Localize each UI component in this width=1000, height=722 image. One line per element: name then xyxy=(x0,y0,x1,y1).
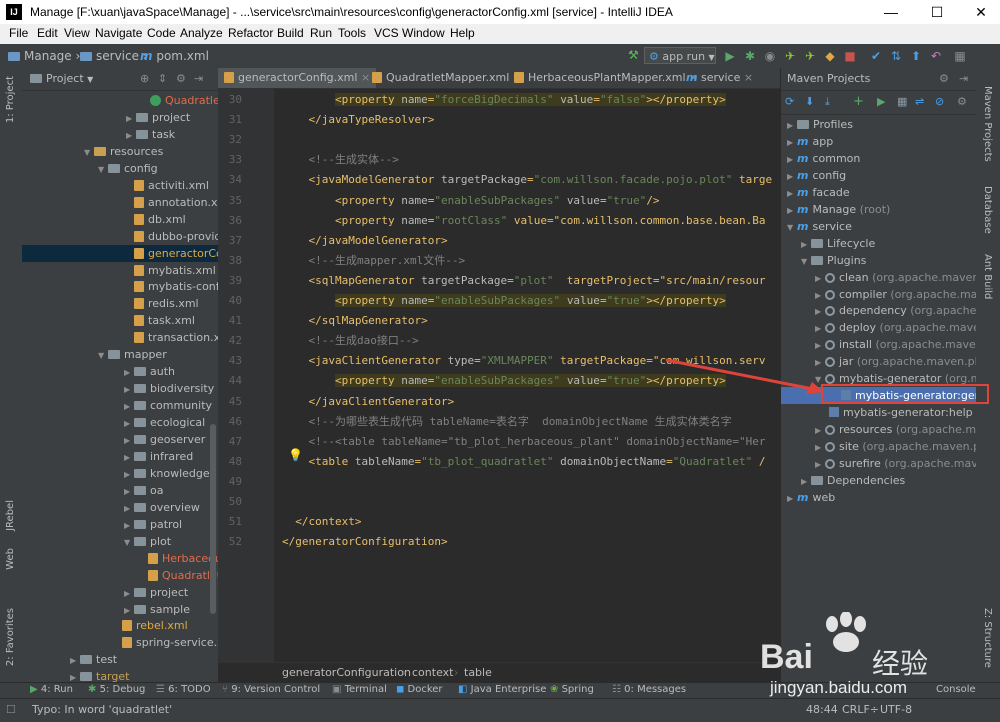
messages-icon: ☷ xyxy=(612,684,621,695)
java-enterprise-tool-button[interactable]: ◧ Java Enterprise xyxy=(458,684,546,695)
watermark-brand-cn: 经验 xyxy=(872,647,929,680)
debug-tool-button[interactable]: ✱ 5: Debug xyxy=(88,684,145,695)
spring-tool-button[interactable]: ❀ Spring xyxy=(550,684,594,695)
watermark-url: jingyan.baidu.com xyxy=(770,678,908,697)
terminal-icon: ▣ xyxy=(332,684,342,695)
annotation-highlight-box xyxy=(821,384,989,404)
docker-icon: ◼ xyxy=(396,684,405,695)
watermark-brand: Bai xyxy=(760,638,813,676)
docker-tool-button[interactable]: ◼ Docker xyxy=(396,684,443,695)
todo-icon: ☰ xyxy=(156,684,165,695)
version-control-tool-button[interactable]: ⑂ 9: Version Control xyxy=(222,684,320,695)
terminal-tool-button[interactable]: ▣ Terminal xyxy=(332,684,387,695)
caret-position[interactable]: 48:44 xyxy=(806,703,838,716)
status-message-icon[interactable]: ☐ xyxy=(6,703,16,716)
debug-icon: ✱ xyxy=(88,684,97,695)
status-message: Typo: In word 'quadratlet' xyxy=(32,703,173,716)
baidu-watermark: Bai 经验 jingyan.baidu.com xyxy=(760,612,980,702)
annotation-arrow-line xyxy=(665,358,819,392)
todo-tool-button[interactable]: ☰ 6: TODO xyxy=(156,684,211,695)
vcs-icon: ⑂ xyxy=(222,684,228,695)
file-encoding[interactable]: UTF-8 xyxy=(880,703,912,716)
paw-logo-icon xyxy=(826,612,866,652)
run-tool-button[interactable]: ▶ 4: Run xyxy=(30,684,73,695)
java-enterprise-icon: ◧ xyxy=(458,684,468,695)
run-icon: ▶ xyxy=(30,684,38,695)
spring-icon: ❀ xyxy=(550,684,559,695)
line-separator[interactable]: CRLF÷ xyxy=(842,703,879,716)
messages-tool-button[interactable]: ☷ 0: Messages xyxy=(612,684,686,695)
